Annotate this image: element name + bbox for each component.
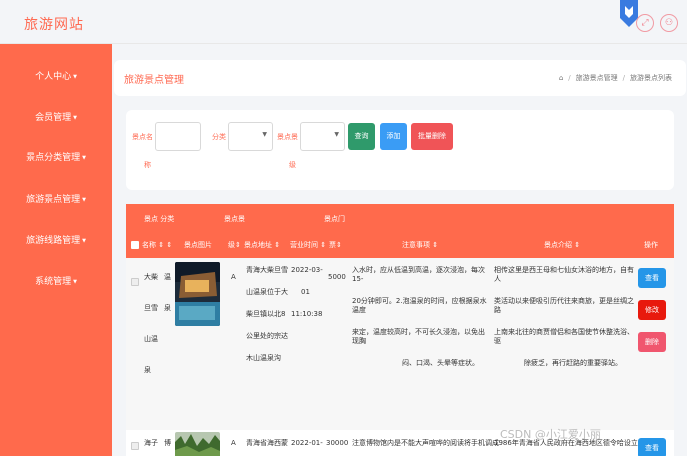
scenic-thumbnail[interactable] — [175, 432, 220, 456]
col-intro[interactable]: 景点介绍 ⇕ — [544, 240, 580, 250]
sidebar-item-member-management[interactable]: 会员管理 ▼ — [0, 108, 112, 128]
col-address[interactable]: 景点地址 ⇕ — [244, 240, 280, 250]
breadcrumb-card: 旅游景点管理 ⌂ / 旅游景点管理 / 旅游景点列表 — [114, 60, 686, 96]
batch-delete-button[interactable]: 批量删除 — [411, 123, 453, 150]
cell-name: 大柴 旦雪 山温泉 — [144, 273, 158, 374]
table-row: 大柴 旦雪 山温泉 温泉 A 青海大柴旦雪 山温泉位于大 柴旦镇以北8 公里处的宗达 木山温… — [126, 258, 674, 430]
name-search-input[interactable] — [155, 122, 201, 151]
cell-intro: 相传这里是西王母和七仙女沐浴的地方，自有人 类活动以来便吸引历代往来商旅，更是丝绸… — [494, 266, 634, 367]
breadcrumb: ⌂ / 旅游景点管理 / 旅游景点列表 — [558, 74, 672, 82]
col-hours[interactable]: 营业时间 ⇕ — [290, 240, 326, 250]
view-button[interactable]: 查看 — [638, 268, 666, 288]
col-actions: 操作 — [644, 241, 658, 249]
sidebar-item-label: 会员管理 — [35, 113, 72, 123]
sidebar-item-label: 个人中心 — [35, 72, 72, 82]
header-scenic-level: 景点景 — [224, 215, 245, 223]
level-filter-label: 景点景 — [277, 133, 298, 141]
sidebar: 个人中心 ▼ 会员管理 ▼ 景点分类管理 ▼ 旅游景点管理 ▼ 旅游线路管理 ▼ 系统管理… — [0, 44, 112, 456]
col-level[interactable]: 级⇕ — [228, 240, 241, 250]
name-filter-label-cont: 称 — [144, 161, 151, 169]
cell-hours: 2022-03- 01 11:10:38 — [291, 266, 323, 318]
cell-hours: 2022-01- — [291, 439, 323, 447]
cell-level: A — [231, 273, 236, 281]
cell-level: A — [231, 439, 236, 447]
cell-address: 青海大柴旦雪 山温泉位于大 柴旦镇以北8 公里处的宗达 木山温泉沟 — [246, 266, 288, 362]
sidebar-item-route-management[interactable]: 旅游线路管理 ▼ — [0, 231, 112, 251]
view-button[interactable]: 查看 — [638, 438, 666, 456]
edit-button[interactable]: 修改 — [638, 300, 666, 320]
name-filter-label: 景点名 — [132, 133, 153, 141]
table-header: 景点 分类 景点景 景点门 名称 ⇕ ⇕ 景点图片 级⇕ 景点地址 ⇕ 营业时间… — [126, 204, 674, 258]
row-checkbox[interactable] — [131, 442, 139, 450]
home-icon[interactable]: ⌂ — [559, 74, 563, 82]
watermark: CSDN @小江爱小丽 — [500, 428, 601, 441]
caret-down-icon: ▼ — [82, 238, 86, 244]
query-button[interactable]: 查询 — [348, 123, 375, 150]
fullscreen-icon[interactable]: ⤢ — [636, 14, 654, 32]
caret-down-icon: ▼ — [73, 115, 77, 121]
cell-price: 5000 — [328, 273, 346, 281]
header-name-category: 景点 分类 — [144, 215, 175, 223]
sort-icon[interactable]: ⇕ — [158, 241, 164, 249]
user-avatar-icon[interactable]: ⚇ — [660, 14, 678, 32]
breadcrumb-item[interactable]: 旅游景点管理 — [576, 74, 618, 82]
cell-address: 青海省海西蒙 — [246, 439, 288, 447]
page-title: 旅游景点管理 — [124, 75, 184, 86]
site-title: 旅游网站 — [24, 17, 84, 33]
col-image: 景点图片 — [184, 241, 212, 249]
cell-name: 海子 — [144, 439, 158, 447]
category-filter-label: 分类 — [212, 133, 226, 141]
col-name[interactable]: 名称 ⇕ ⇕ — [142, 240, 172, 250]
chevron-down-icon: ▼ — [334, 131, 339, 138]
chevron-down-icon: ▼ — [262, 131, 267, 138]
sidebar-item-system-management[interactable]: 系统管理 ▼ — [0, 272, 112, 292]
sidebar-item-label: 系统管理 — [35, 277, 72, 287]
add-button[interactable]: 添加 — [380, 123, 407, 150]
row-checkbox[interactable] — [131, 278, 139, 286]
header-ticket: 景点门 — [324, 215, 345, 223]
sidebar-item-personal-center[interactable]: 个人中心 ▼ — [0, 67, 112, 87]
sidebar-item-label: 旅游线路管理 — [26, 236, 81, 246]
category-select[interactable]: ▼ — [228, 122, 273, 151]
sidebar-item-label: 景点分类管理 — [26, 153, 81, 163]
filter-panel: 景点名 称 分类 ▼ 景点景 级 ▼ 查询 添加 批量删除 — [126, 110, 674, 190]
select-all-checkbox[interactable] — [131, 241, 139, 249]
top-header: 旅游网站 ⤢ ⚇ — [0, 0, 687, 44]
cell-notes: 入水时，应从低温到高温，逐次浸泡，每次15- 20分钟即可。2.泡温泉的时间，应根… — [352, 266, 487, 367]
delete-button[interactable]: 删除 — [638, 332, 666, 352]
sidebar-item-category-management[interactable]: 景点分类管理 ▼ — [0, 148, 112, 168]
level-select[interactable]: ▼ — [300, 122, 345, 151]
cell-category: 博 — [164, 439, 171, 447]
caret-down-icon: ▼ — [73, 279, 77, 285]
sort-icon[interactable]: ⇕ — [166, 241, 172, 249]
caret-down-icon: ▼ — [82, 155, 86, 161]
caret-down-icon: ▼ — [73, 74, 77, 80]
cell-price: 30000 — [326, 439, 349, 447]
scenic-thumbnail[interactable] — [175, 262, 220, 326]
col-price[interactable]: 票⇕ — [329, 240, 342, 250]
breadcrumb-item-current: 旅游景点列表 — [630, 74, 672, 82]
cell-notes: 注意博物馆内是不能大声喧哗的阅读将手机调成 — [352, 439, 499, 447]
sidebar-item-scenic-management[interactable]: 旅游景点管理 ▼ — [0, 190, 112, 210]
sidebar-item-label: 旅游景点管理 — [26, 195, 81, 205]
caret-down-icon: ▼ — [82, 197, 86, 203]
cell-category: 温泉 — [164, 273, 171, 312]
scenic-table: 景点 分类 景点景 景点门 名称 ⇕ ⇕ 景点图片 级⇕ 景点地址 ⇕ 营业时间… — [126, 204, 674, 456]
col-notes[interactable]: 注意事项 ⇕ — [402, 240, 438, 250]
level-filter-label-cont: 级 — [289, 161, 296, 169]
